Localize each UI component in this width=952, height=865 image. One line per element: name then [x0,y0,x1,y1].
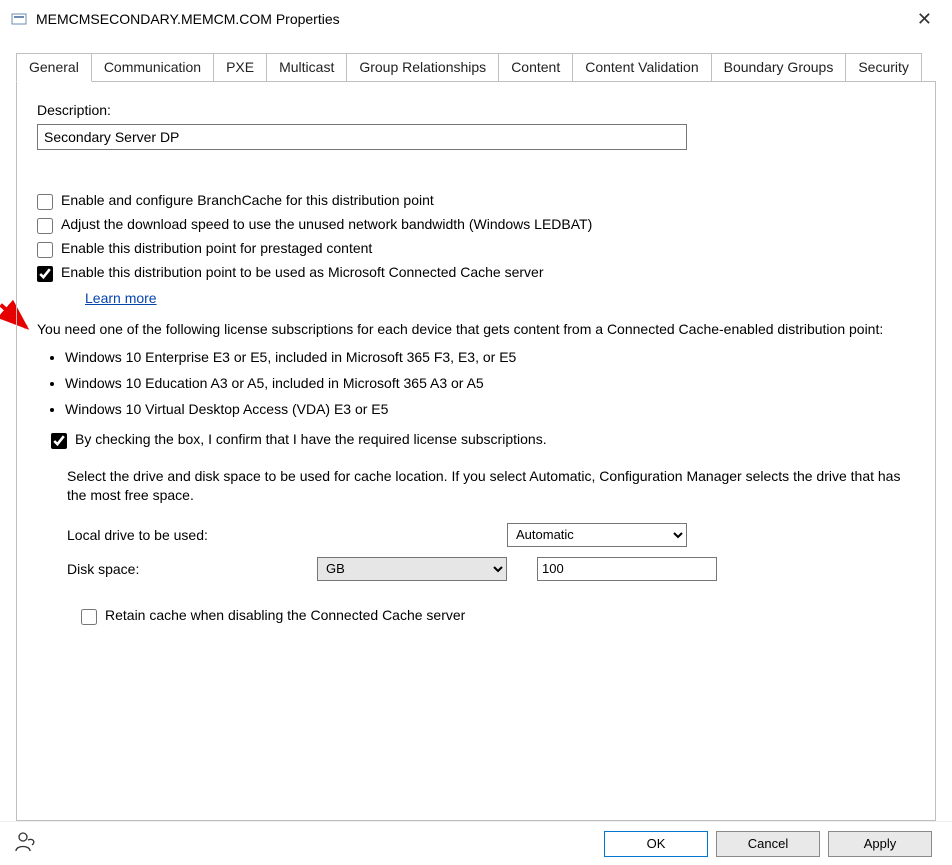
tab-multicast[interactable]: Multicast [266,53,347,82]
disk-unit-select[interactable]: GB [317,557,507,581]
branchcache-checkbox[interactable] [37,194,53,210]
tab-panel-general: Description: Enable and configure Branch… [16,81,936,821]
description-label: Description: [37,102,915,118]
license-bullet-3: Windows 10 Virtual Desktop Access (VDA) … [65,401,915,417]
disk-space-label: Disk space: [67,561,297,577]
apply-button[interactable]: Apply [828,831,932,857]
app-icon [10,10,28,28]
ok-button[interactable]: OK [604,831,708,857]
drive-intro-text: Select the drive and disk space to be us… [67,467,915,505]
learn-more-link[interactable]: Learn more [85,290,157,306]
cancel-button[interactable]: Cancel [716,831,820,857]
confirm-license-checkbox[interactable] [51,433,67,449]
tab-strip: General Communication PXE Multicast Grou… [16,52,936,81]
retain-cache-checkbox[interactable] [81,609,97,625]
license-bullet-list: Windows 10 Enterprise E3 or E5, included… [65,349,915,417]
branchcache-label: Enable and configure BranchCache for thi… [61,192,434,208]
prestaged-label: Enable this distribution point for prest… [61,240,372,256]
window-title: MEMCMSECONDARY.MEMCM.COM Properties [36,11,907,27]
connected-cache-label: Enable this distribution point to be use… [61,264,544,280]
description-input[interactable] [37,124,687,150]
local-drive-label: Local drive to be used: [67,527,297,543]
disk-space-input[interactable] [537,557,717,581]
connected-cache-checkbox[interactable] [37,266,53,282]
retain-cache-label: Retain cache when disabling the Connecte… [105,607,465,623]
tab-security[interactable]: Security [845,53,922,82]
tab-content[interactable]: Content [498,53,573,82]
license-intro-text: You need one of the following license su… [37,320,915,339]
tab-communication[interactable]: Communication [91,53,214,82]
title-bar: MEMCMSECONDARY.MEMCM.COM Properties ✕ [0,0,952,38]
tab-boundary-groups[interactable]: Boundary Groups [711,53,847,82]
tab-general[interactable]: General [16,53,92,82]
close-button[interactable]: ✕ [907,5,942,34]
ledbat-checkbox[interactable] [37,218,53,234]
confirm-license-label: By checking the box, I confirm that I ha… [75,431,547,447]
ledbat-label: Adjust the download speed to use the unu… [61,216,592,232]
prestaged-checkbox[interactable] [37,242,53,258]
tab-group-relationships[interactable]: Group Relationships [346,53,499,82]
license-bullet-2: Windows 10 Education A3 or A5, included … [65,375,915,391]
license-bullet-1: Windows 10 Enterprise E3 or E5, included… [65,349,915,365]
person-icon [14,830,38,857]
tab-content-validation[interactable]: Content Validation [572,53,711,82]
tab-pxe[interactable]: PXE [213,53,267,82]
dialog-footer: OK Cancel Apply [0,821,952,865]
local-drive-select[interactable]: Automatic [507,523,687,547]
